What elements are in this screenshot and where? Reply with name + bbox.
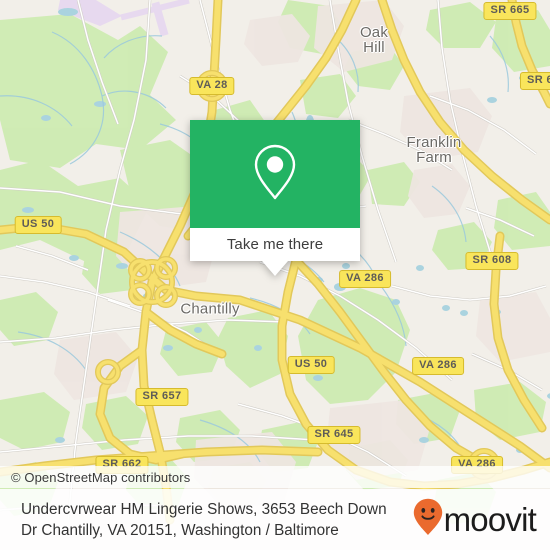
moovit-wordmark: moovit <box>443 501 537 538</box>
popup-header <box>190 120 360 228</box>
moovit-brand[interactable]: moovit <box>413 498 544 541</box>
road-shield-us-50-west: US 50 <box>14 216 62 234</box>
road-shield-sr-645: SR 645 <box>307 426 361 444</box>
road-shield-sr-657: SR 657 <box>135 388 189 406</box>
map-pin-icon <box>252 143 298 206</box>
moovit-pin-smile-icon <box>413 498 443 541</box>
location-popup-card[interactable]: Take me there <box>190 120 360 276</box>
road-shield-us-50-east: US 50 <box>287 356 335 374</box>
address-line-1: Undercvrwear HM Lingerie Shows, 3653 Bee… <box>21 500 387 518</box>
road-shield-sr-608: SR 608 <box>465 252 519 270</box>
attribution-bar: © OpenStreetMap contributors <box>0 466 550 488</box>
road-shield-sr-6: SR 6 <box>519 72 550 90</box>
address-line-2: Dr Chantilly, VA 20151, Washington / Bal… <box>21 521 339 539</box>
take-me-there-button[interactable]: Take me there <box>190 228 360 261</box>
take-me-there-label: Take me there <box>226 236 324 253</box>
popup-pointer-tail <box>262 261 288 276</box>
road-shield-va-286-mid: VA 286 <box>412 357 464 375</box>
moovit-map-screenshot: Oak Hill Franklin Farm Chantilly VA 28 S… <box>0 0 550 550</box>
footer-bar: Undercvrwear HM Lingerie Shows, 3653 Bee… <box>0 489 550 550</box>
road-shield-va-28: VA 28 <box>189 77 235 95</box>
location-address: Undercvrwear HM Lingerie Shows, 3653 Bee… <box>21 499 425 541</box>
osm-attribution-text[interactable]: © OpenStreetMap contributors <box>0 470 190 485</box>
road-shield-va-286-north: VA 286 <box>339 270 391 288</box>
road-shield-sr-665: SR 665 <box>483 2 537 20</box>
